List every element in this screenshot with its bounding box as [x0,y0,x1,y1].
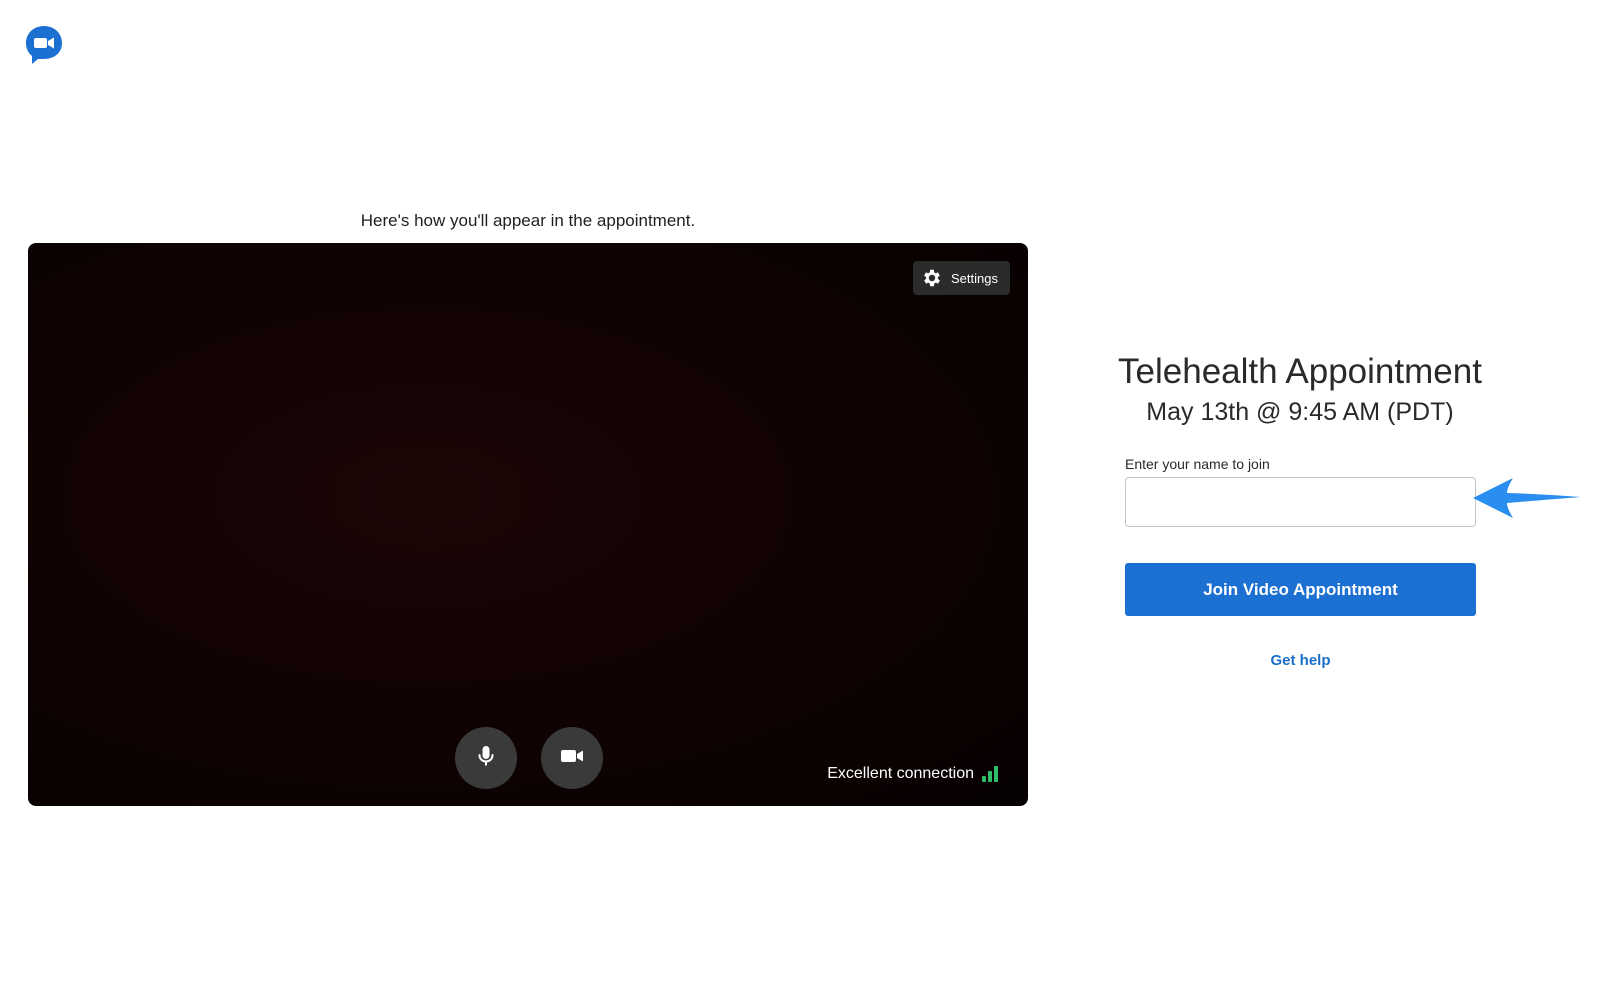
camera-toggle-button[interactable] [541,727,603,789]
signal-bars-icon [982,766,998,782]
preview-caption: Here's how you'll appear in the appointm… [360,211,696,230]
video-camera-icon [560,747,584,770]
settings-label: Settings [951,270,998,286]
name-field-label: Enter your name to join [1125,456,1270,472]
gear-icon [921,267,943,289]
pointer-arrow-icon [1473,478,1583,523]
appointment-datetime: May 13th @ 9:45 AM (PDT) [1146,398,1454,426]
join-panel: Telehealth Appointment May 13th @ 9:45 A… [1080,352,1520,669]
settings-button[interactable]: Settings [913,261,1010,295]
microphone-icon [475,744,497,773]
name-input[interactable] [1125,477,1476,527]
connection-status: Excellent connection [827,765,998,783]
page: Here's how you'll appear in the appointm… [0,0,1600,981]
appointment-title: Telehealth Appointment [1118,352,1482,391]
connection-label: Excellent connection [827,765,974,782]
get-help-link[interactable]: Get help [1125,652,1476,669]
mic-toggle-button[interactable] [455,727,517,789]
video-chat-bubble-icon [24,24,64,64]
video-preview: Settings Excellent connection [28,243,1028,806]
join-video-appointment-button[interactable]: Join Video Appointment [1125,563,1476,616]
